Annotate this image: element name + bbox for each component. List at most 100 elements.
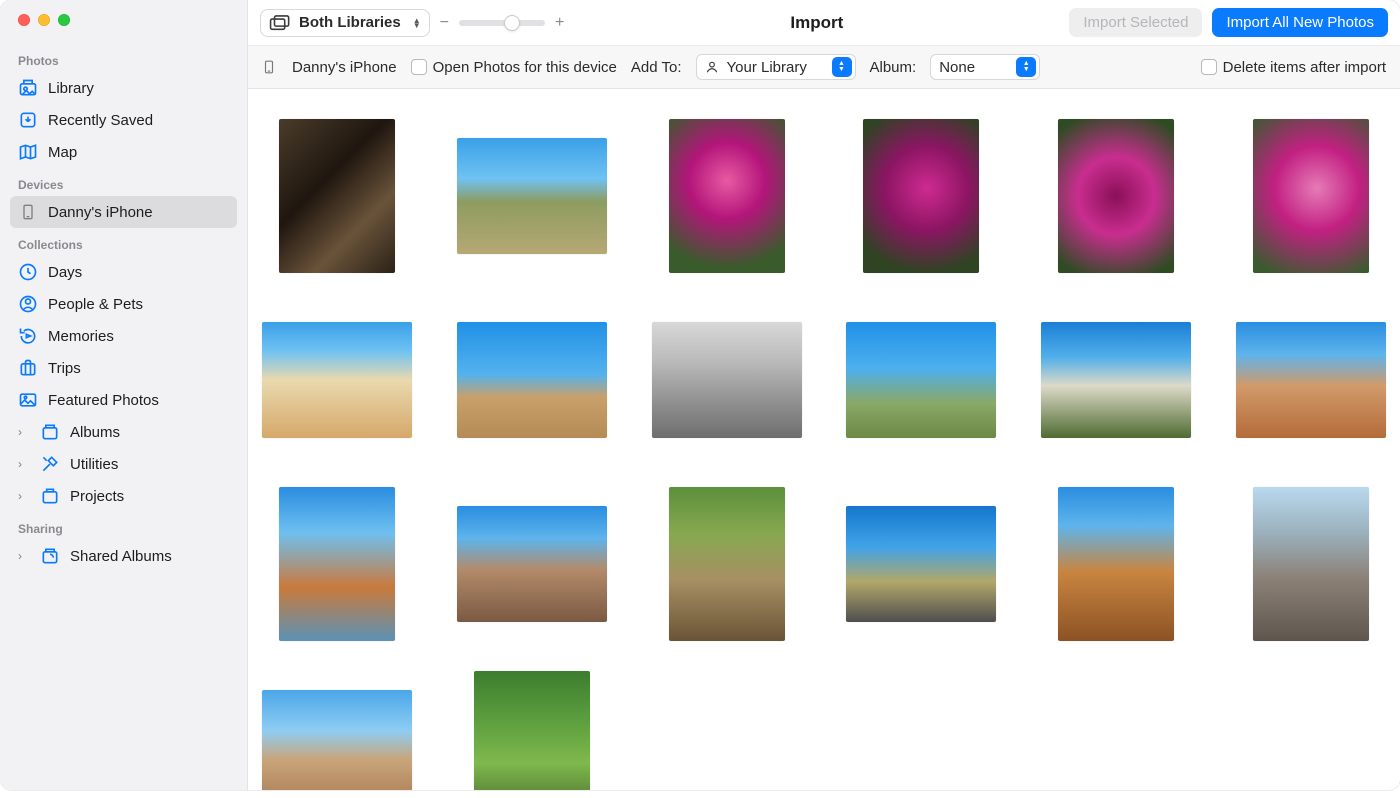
photo-thumbnail[interactable] <box>262 119 412 273</box>
sidebar-item-recently-saved[interactable]: Recently Saved <box>10 104 237 136</box>
delete-after-checkbox[interactable] <box>1201 59 1217 75</box>
open-photos-label: Open Photos for this device <box>433 59 617 76</box>
zoom-control: − + <box>440 14 565 32</box>
sidebar-item-projects[interactable]: › Projects <box>10 480 237 512</box>
sidebar-item-label: Utilities <box>70 456 118 473</box>
photo-thumbnail[interactable] <box>1041 487 1191 641</box>
library-switch-icon <box>269 14 291 32</box>
chevron-right-icon: › <box>18 425 28 439</box>
photo-thumbnail[interactable] <box>1041 119 1191 273</box>
sidebar-section-photos: Photos <box>10 44 237 72</box>
photo-thumbnail[interactable] <box>846 487 996 641</box>
sidebar-item-trips[interactable]: Trips <box>10 352 237 384</box>
grassland-mesa <box>457 138 607 254</box>
close-window-button[interactable] <box>18 14 30 26</box>
river-valley <box>669 487 785 641</box>
photo-thumbnail[interactable] <box>457 487 607 641</box>
chevron-right-icon: › <box>18 549 28 563</box>
sidebar-item-label: Map <box>48 144 77 161</box>
photo-thumbnail[interactable] <box>262 671 412 790</box>
sidebar-item-albums[interactable]: › Albums <box>10 416 237 448</box>
sidebar-item-label: Recently Saved <box>48 112 153 129</box>
album-label: Album: <box>870 59 917 76</box>
sidebar-section-collections: Collections <box>10 228 237 256</box>
photo-thumbnail[interactable] <box>457 119 607 273</box>
minimize-window-button[interactable] <box>38 14 50 26</box>
albums-icon <box>40 422 60 442</box>
fullscreen-window-button[interactable] <box>58 14 70 26</box>
photo-thumbnail[interactable] <box>262 303 412 457</box>
delete-after-checkbox-group[interactable]: Delete items after import <box>1201 59 1386 76</box>
album-select[interactable]: None ▲▼ <box>930 54 1040 80</box>
content-area: Both Libraries ▲▼ − + Import Import Sele… <box>248 0 1400 790</box>
library-icon <box>18 78 38 98</box>
page-title: Import <box>574 13 1059 33</box>
clock-icon <box>18 262 38 282</box>
import-selected-button[interactable]: Import Selected <box>1069 8 1202 37</box>
photo-thumbnail[interactable] <box>652 487 802 641</box>
sidebar-item-label: Projects <box>70 488 124 505</box>
library-switcher[interactable]: Both Libraries ▲▼ <box>260 9 430 37</box>
sidebar-item-label: Days <box>48 264 82 281</box>
sidebar-item-people-pets[interactable]: People & Pets <box>10 288 237 320</box>
photo-grid <box>248 89 1400 790</box>
person-icon <box>705 60 719 74</box>
open-photos-checkbox[interactable] <box>411 59 427 75</box>
sidebar-item-device[interactable]: Danny's iPhone <box>10 196 237 228</box>
photo-thumbnail[interactable] <box>652 119 802 273</box>
phone-icon <box>262 57 278 77</box>
utilities-icon <box>40 454 60 474</box>
sidebar-item-label: Featured Photos <box>48 392 159 409</box>
sidebar-item-library[interactable]: Library <box>10 72 237 104</box>
chevron-right-icon: › <box>18 457 28 471</box>
canyon-road <box>1058 487 1174 641</box>
chevron-updown-icon: ▲▼ <box>413 18 421 28</box>
zoom-in-button[interactable]: + <box>555 14 564 32</box>
chevron-right-icon: › <box>18 489 28 503</box>
photo-thumbnail[interactable] <box>1236 487 1386 641</box>
photo-thumbnail[interactable] <box>457 671 607 790</box>
open-photos-checkbox-group[interactable]: Open Photos for this device <box>411 59 617 76</box>
badlands-bw <box>652 322 802 438</box>
sidebar-item-label: People & Pets <box>48 296 143 313</box>
photo-row <box>260 119 1388 273</box>
pink-orchids <box>669 119 785 273</box>
photo-row <box>260 487 1388 641</box>
photo-row <box>260 303 1388 457</box>
photo-thumbnail[interactable] <box>1041 303 1191 457</box>
photo-thumbnail[interactable] <box>846 119 996 273</box>
chevron-updown-icon: ▲▼ <box>832 57 852 77</box>
photo-thumbnail[interactable] <box>1236 303 1386 457</box>
sidebar-item-featured[interactable]: Featured Photos <box>10 384 237 416</box>
sidebar-section-devices: Devices <box>10 168 237 196</box>
add-to-label: Add To: <box>631 59 682 76</box>
sidebar-item-label: Albums <box>70 424 120 441</box>
zoom-slider[interactable] <box>459 20 545 26</box>
magenta-flower-green <box>863 119 979 273</box>
add-to-select[interactable]: Your Library ▲▼ <box>696 54 856 80</box>
photo-thumbnail[interactable] <box>846 303 996 457</box>
zoom-slider-thumb[interactable] <box>504 15 520 31</box>
person-circle-icon <box>18 294 38 314</box>
phone-icon <box>18 202 38 222</box>
projects-icon <box>40 486 60 506</box>
library-switch-label: Both Libraries <box>299 14 401 31</box>
zoom-out-button[interactable]: − <box>440 14 449 32</box>
photo-thumbnail[interactable] <box>652 303 802 457</box>
petrified-rocks <box>1253 487 1369 641</box>
photo-thumbnail[interactable] <box>457 303 607 457</box>
memories-icon <box>18 326 38 346</box>
sidebar-item-memories[interactable]: Memories <box>10 320 237 352</box>
red-rock-reflection <box>279 487 395 641</box>
highway-plain <box>846 506 996 622</box>
sidebar-item-shared-albums[interactable]: › Shared Albums <box>10 540 237 572</box>
bryce-canyon <box>262 322 412 438</box>
import-all-button[interactable]: Import All New Photos <box>1212 8 1388 37</box>
photo-thumbnail[interactable] <box>262 487 412 641</box>
add-to-value: Your Library <box>727 59 807 76</box>
photo-thumbnail[interactable] <box>1236 119 1386 273</box>
sidebar-item-utilities[interactable]: › Utilities <box>10 448 237 480</box>
sidebar-item-map[interactable]: Map <box>10 136 237 168</box>
sidebar-item-days[interactable]: Days <box>10 256 237 288</box>
toolbar: Both Libraries ▲▼ − + Import Import Sele… <box>248 0 1400 46</box>
